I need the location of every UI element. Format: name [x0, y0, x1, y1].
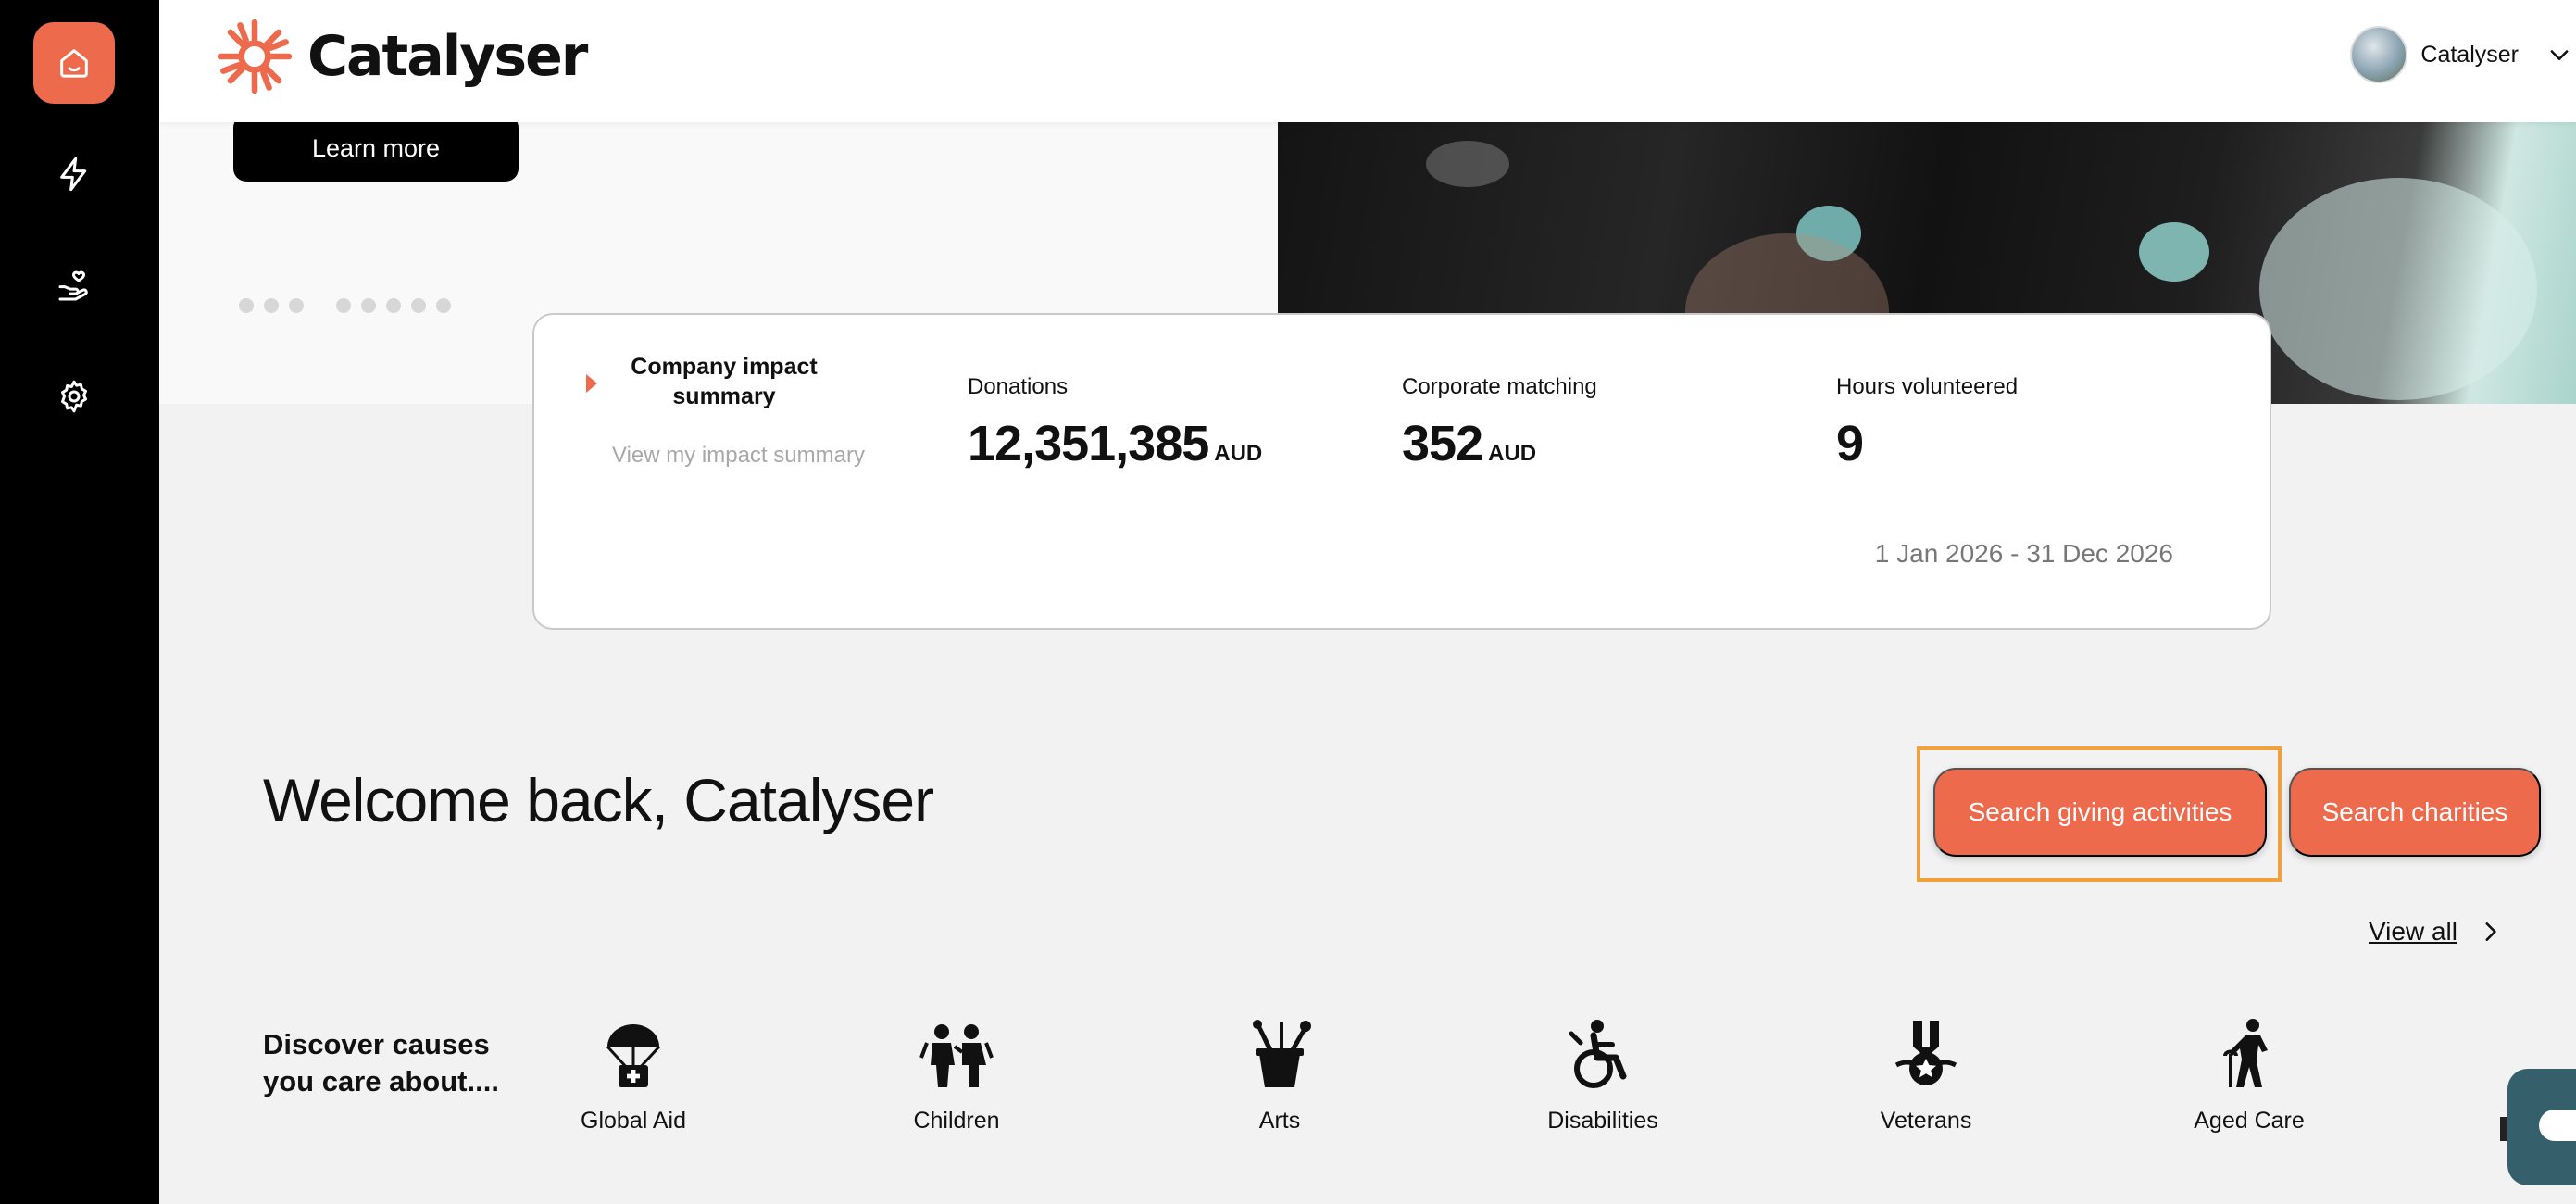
view-impact-summary-link[interactable]: View my impact summary — [612, 443, 865, 469]
stat-value: 12,351,385 — [968, 416, 1209, 471]
cause-veterans[interactable]: Veterans — [1824, 1017, 2028, 1135]
children-icon — [919, 1024, 994, 1087]
cause-label: Disabilities — [1547, 1108, 1658, 1134]
parachute-aid-icon — [606, 1024, 661, 1087]
carousel-dot[interactable] — [336, 298, 351, 313]
chevron-right-icon — [2485, 922, 2496, 941]
cause-arts[interactable]: Arts — [1178, 1017, 1382, 1135]
impact-title: Company impact summary — [631, 354, 818, 409]
wheelchair-icon — [1569, 1020, 1627, 1088]
cause-aged-care[interactable]: Aged Care — [2147, 1017, 2351, 1135]
carousel-dots — [239, 298, 461, 313]
avatar — [2350, 26, 2408, 83]
user-name: Catalyser — [2420, 41, 2519, 68]
stat-label: Hours volunteered — [1836, 374, 2019, 399]
carousel-dot[interactable] — [386, 298, 401, 313]
top-header: Catalyser Catalyser — [159, 0, 2576, 122]
carousel-dot[interactable] — [436, 298, 451, 313]
chat-widget-button[interactable] — [2507, 1069, 2576, 1185]
sidebar-item-giving[interactable] — [33, 245, 115, 326]
sidebar-item-home[interactable] — [33, 22, 115, 104]
brand-name: Catalyser — [307, 24, 588, 89]
cause-label: Aged Care — [2194, 1108, 2305, 1134]
home-icon — [60, 49, 88, 78]
cause-label: Arts — [1258, 1108, 1301, 1134]
cause-partial-next — [2500, 1117, 2507, 1141]
view-all-link[interactable]: View all — [2369, 917, 2502, 947]
elderly-person-icon — [2223, 1019, 2268, 1087]
brand-logo[interactable]: Catalyser — [217, 19, 588, 94]
paint-brushes-icon — [1253, 1020, 1311, 1087]
stat-label: Donations — [968, 374, 1069, 399]
cause-children[interactable]: Children — [855, 1017, 1058, 1135]
causes-title: Discover causes you care about.... — [263, 1028, 499, 1097]
sidebar-item-settings[interactable] — [33, 356, 115, 437]
cause-label: Children — [913, 1108, 1000, 1134]
stat-value: 9 — [1836, 416, 1864, 471]
cause-disabilities[interactable]: Disabilities — [1501, 1017, 1705, 1135]
gear-icon — [61, 380, 87, 413]
welcome-heading: Welcome back, Catalyser — [263, 766, 934, 834]
stat-unit: AUD — [1214, 441, 1263, 466]
search-giving-activities-button[interactable]: Search giving activities — [1933, 768, 2267, 857]
medal-icon — [1894, 1021, 1957, 1085]
carousel-dot[interactable] — [264, 298, 279, 313]
carousel-dot[interactable] — [289, 298, 304, 313]
sidebar-item-activities[interactable] — [33, 133, 115, 215]
stat-corporate-matching: Corporate matching 352 AUD — [1402, 374, 1597, 472]
search-charities-button[interactable]: Search charities — [2289, 768, 2541, 857]
stat-donations: Donations 12,351,385 AUD — [968, 374, 1262, 472]
caret-right-icon — [586, 374, 597, 393]
giving-hand-icon — [58, 270, 88, 301]
cause-label: Global Aid — [581, 1108, 686, 1134]
stat-label: Corporate matching — [1402, 374, 1597, 399]
date-range: 1 Jan 2026 - 31 Dec 2026 — [1874, 539, 2173, 568]
stat-hours-volunteered: Hours volunteered 9 — [1836, 374, 2018, 472]
cause-label: Veterans — [1880, 1108, 1972, 1134]
sun-logo-icon — [217, 19, 293, 94]
sidebar — [0, 0, 159, 1204]
user-menu[interactable]: Catalyser — [2350, 26, 2576, 83]
lightning-icon — [60, 157, 87, 192]
impact-summary-card: Company impact summary View my impact su… — [532, 313, 2271, 630]
carousel-dot[interactable] — [411, 298, 426, 313]
chevron-down-icon — [2550, 50, 2569, 60]
view-all-label: View all — [2369, 917, 2457, 946]
stat-value: 352 — [1402, 416, 1483, 471]
learn-more-button[interactable]: Learn more — [233, 115, 519, 182]
cause-global-aid[interactable]: Global Aid — [531, 1017, 735, 1135]
carousel-dot[interactable] — [239, 298, 254, 313]
stat-unit: AUD — [1488, 441, 1537, 466]
carousel-dot[interactable] — [361, 298, 376, 313]
